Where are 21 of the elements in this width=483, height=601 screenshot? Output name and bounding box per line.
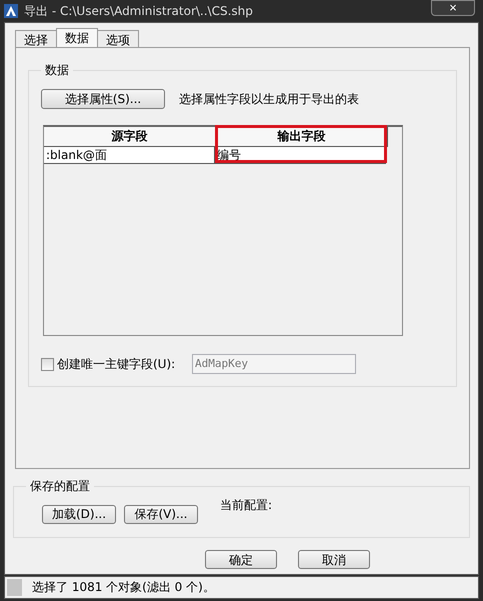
app-icon <box>4 4 18 18</box>
status-text: 选择了 1081 个对象(滤出 0 个)。 <box>32 579 215 596</box>
current-config-label: 当前配置: <box>220 497 272 514</box>
status-indicator <box>7 579 22 596</box>
dialog-button[interactable]: 取消 <box>298 550 370 569</box>
group-title: 数据 <box>44 62 70 79</box>
column-header[interactable]: 输出字段 <box>216 127 388 147</box>
select-attributes-button[interactable]: 选择属性(S)... <box>41 89 165 109</box>
column-header[interactable]: 源字段 <box>44 127 216 147</box>
tab[interactable]: 选择 <box>15 30 57 47</box>
close-button[interactable]: × <box>431 0 475 16</box>
save-button[interactable]: 保存(V)... <box>124 505 198 524</box>
tab[interactable]: 选项 <box>97 30 139 47</box>
load-button[interactable]: 加载(D)... <box>42 505 116 524</box>
checkbox-label: 创建唯一主键字段(U): <box>57 356 176 372</box>
tab[interactable]: 数据 <box>56 28 98 47</box>
description-text: 选择属性字段以生成用于导出的表 <box>179 90 359 108</box>
group-title: 保存的配置 <box>29 478 91 495</box>
window-title: 导出 - C:\Users\Administrator\..\CS.shp <box>24 2 253 20</box>
dialog-button[interactable]: 确定 <box>205 550 277 569</box>
table-cell: :blank@面 <box>44 147 215 164</box>
